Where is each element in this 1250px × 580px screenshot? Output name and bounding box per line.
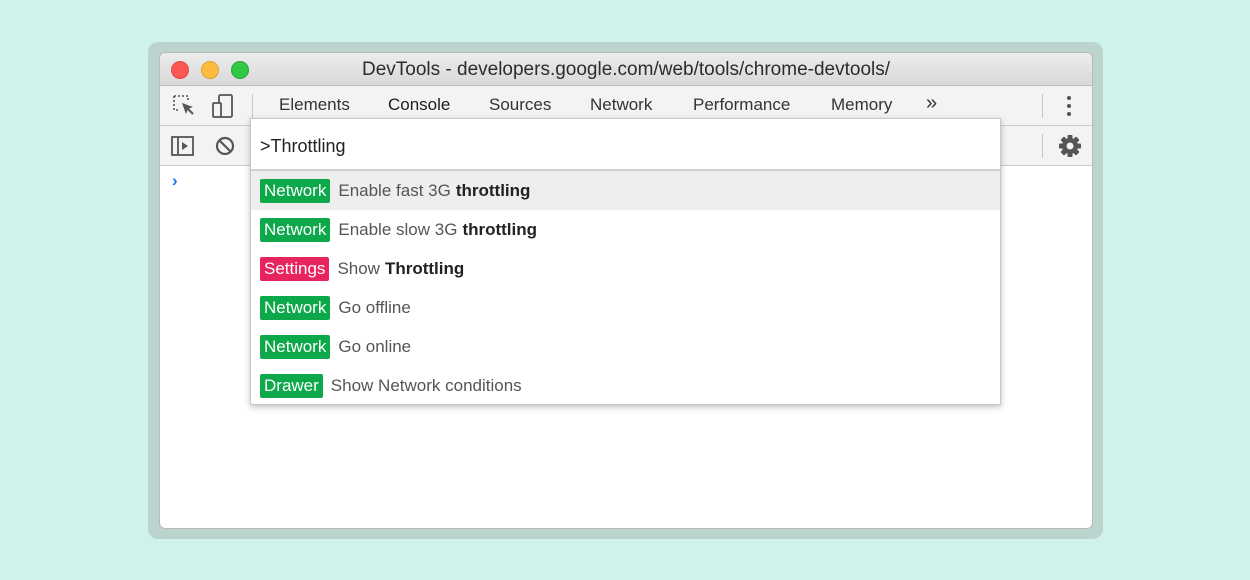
clear-console-icon[interactable] (211, 132, 239, 160)
command-text: Show (337, 258, 380, 278)
tab-sources[interactable]: Sources (489, 95, 551, 115)
tab-elements[interactable]: Elements (279, 95, 350, 115)
command-item[interactable]: Settings Show Throttling (251, 249, 1000, 288)
tab-console[interactable]: Console (388, 95, 450, 115)
category-badge: Network (260, 217, 331, 242)
command-text: Go offline (338, 297, 411, 317)
category-badge: Network (260, 295, 331, 320)
kebab-menu-icon[interactable] (1064, 94, 1074, 118)
command-item[interactable]: Network Enable fast 3G throttling (251, 171, 1000, 210)
command-item[interactable]: Network Go offline (251, 288, 1000, 327)
tab-performance[interactable]: Performance (693, 95, 790, 115)
tab-memory[interactable]: Memory (831, 95, 892, 115)
command-item[interactable]: Network Go online (251, 327, 1000, 366)
more-tabs-icon[interactable]: » (926, 92, 937, 115)
command-text: Enable slow 3G (338, 219, 458, 239)
console-prompt-icon[interactable]: › (172, 171, 178, 191)
command-match: throttling (462, 219, 538, 239)
command-item[interactable]: Drawer Show Network conditions (251, 366, 1000, 405)
command-menu: >Throttling Network Enable fast 3G throt… (250, 118, 1001, 405)
command-text: Show Network conditions (330, 375, 522, 395)
category-badge: Drawer (260, 373, 323, 398)
toolbar-divider (1042, 94, 1043, 118)
toolbar-divider (252, 94, 253, 118)
command-text: Go online (338, 336, 412, 356)
tab-network[interactable]: Network (590, 95, 652, 115)
gear-icon[interactable] (1056, 132, 1084, 160)
show-sidebar-icon[interactable] (169, 132, 197, 160)
command-match: throttling (455, 180, 531, 200)
category-badge: Network (260, 334, 331, 359)
command-menu-input[interactable]: >Throttling (251, 119, 1000, 171)
command-item[interactable]: Network Enable slow 3G throttling (251, 210, 1000, 249)
window-title: DevTools - developers.google.com/web/too… (361, 59, 891, 80)
category-badge: Network (260, 178, 331, 203)
command-text: Enable fast 3G (338, 180, 451, 200)
inspect-element-icon[interactable] (170, 92, 198, 120)
title-bar: DevTools - developers.google.com/web/too… (160, 53, 1092, 86)
device-toolbar-icon[interactable] (209, 92, 237, 120)
toolbar-divider (1042, 134, 1043, 158)
command-match: Throttling (384, 258, 465, 278)
category-badge: Settings (260, 256, 330, 281)
